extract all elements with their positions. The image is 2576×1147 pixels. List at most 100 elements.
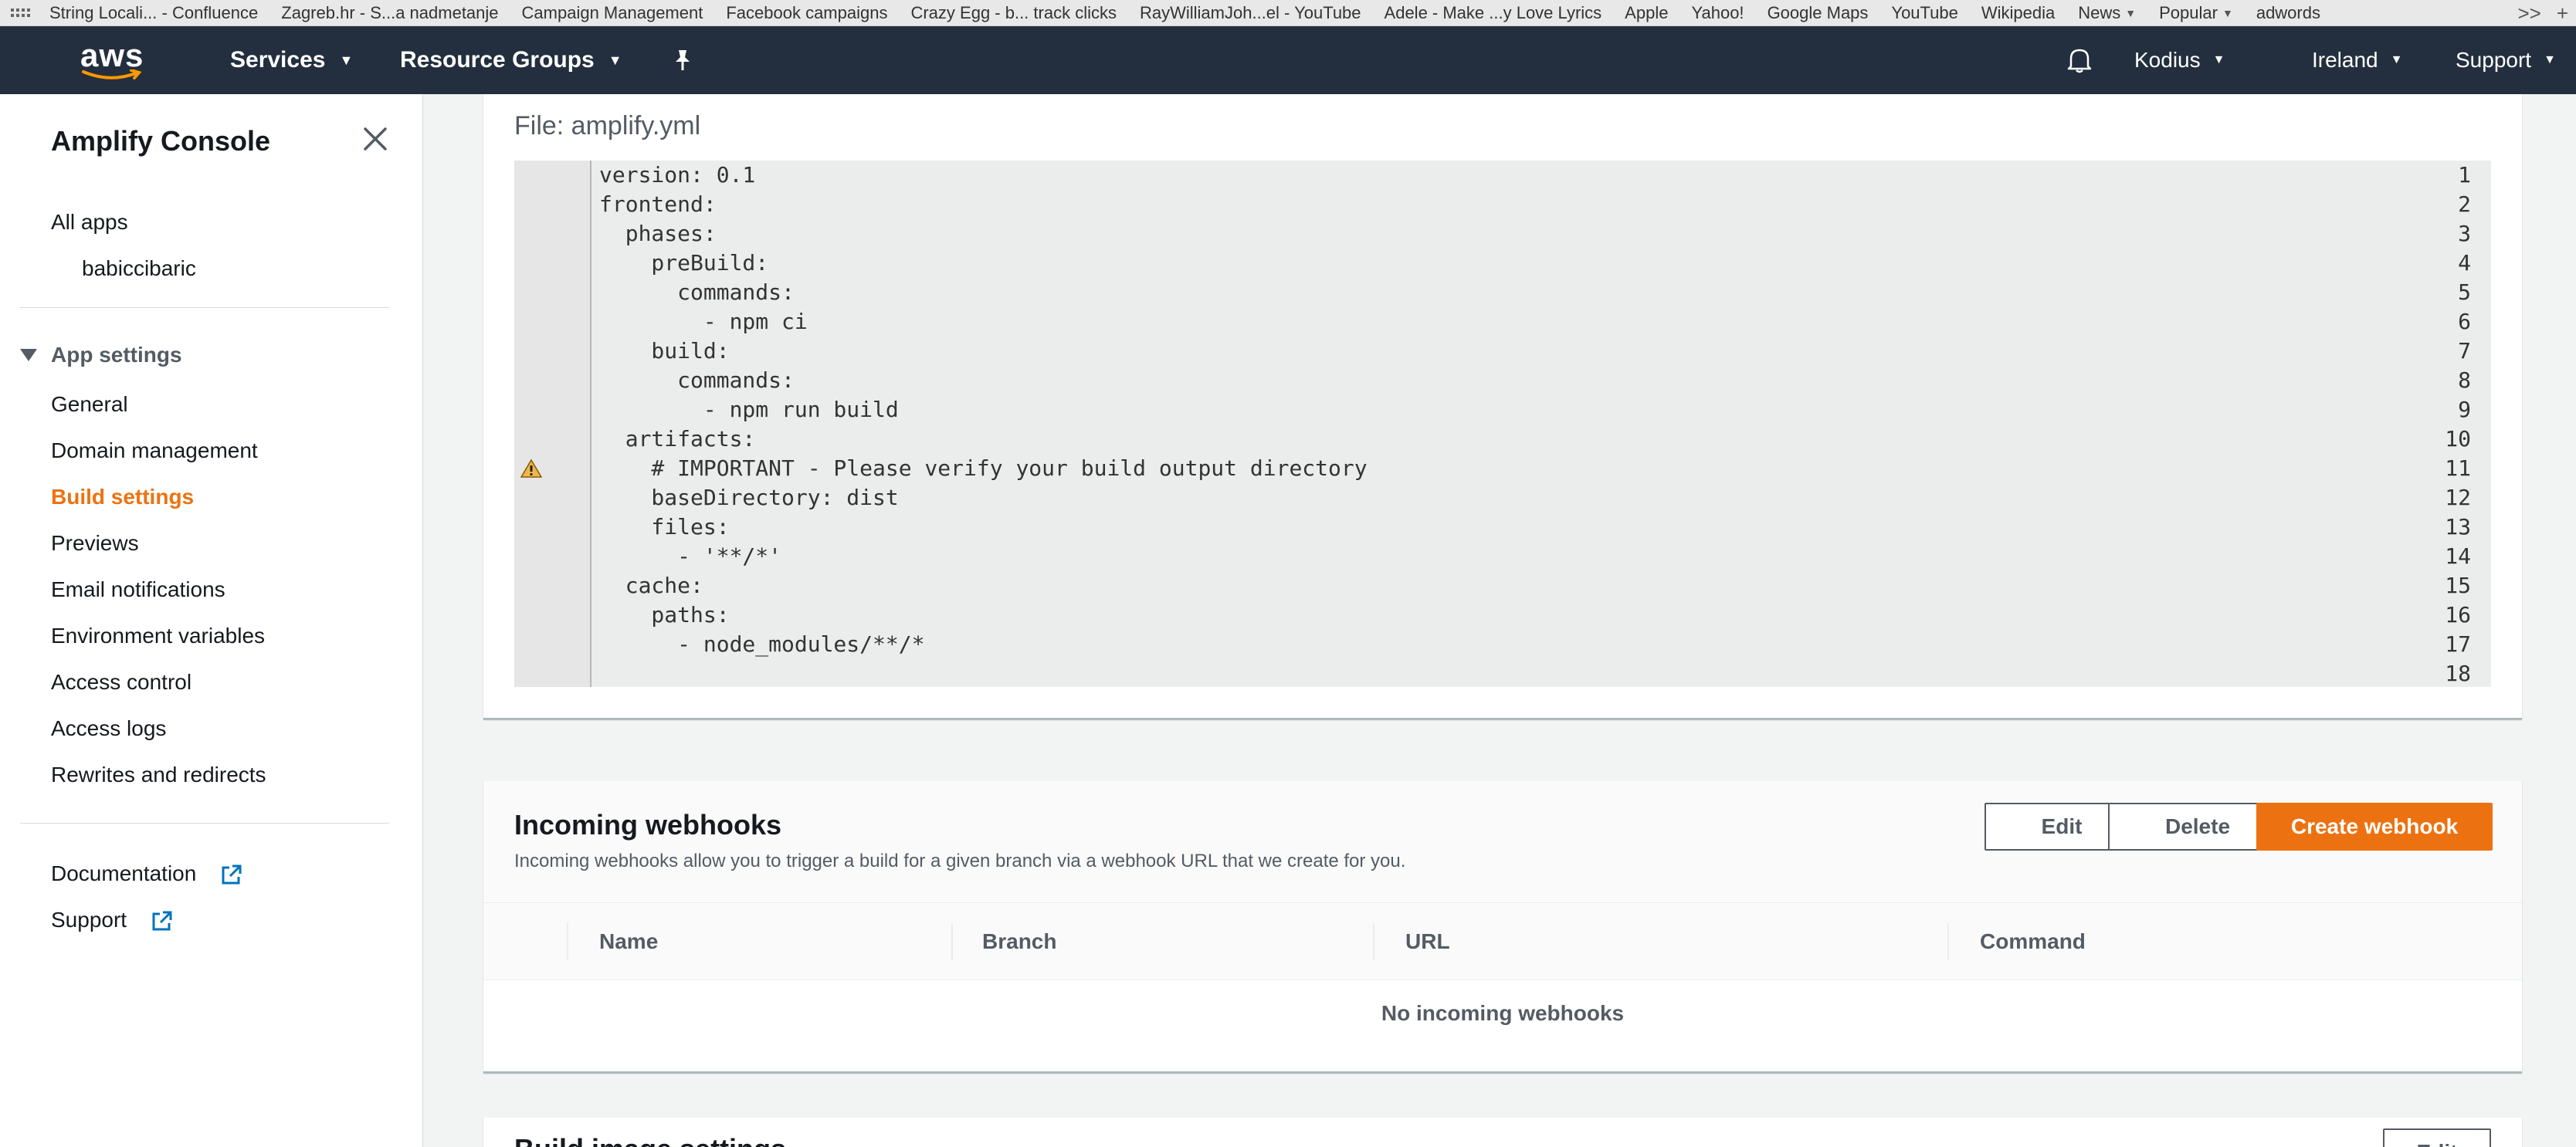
column-header-url[interactable]: URL [1405,903,1450,980]
support-menu[interactable]: Support ▼ [2456,26,2556,94]
bookmark-folder-label: Popular [2159,2,2218,22]
line-number: 10 [2445,426,2471,452]
sidebar-divider [20,823,389,824]
support-label: Support [2456,48,2532,72]
code-line[interactable]: artifacts: [599,425,756,454]
code-line[interactable]: # IMPORTANT - Please verify your build o… [599,454,1367,483]
aws-logo[interactable]: aws [80,37,145,83]
sidebar-title: Amplify Console [51,125,271,157]
support-label: Support [51,908,127,932]
code-line[interactable]: cache: [599,571,703,601]
overflow-chevron-icon[interactable]: >> [2510,2,2548,25]
bookmark-item[interactable]: RayWilliamJoh...el - YouTube [1140,3,1361,23]
apps-grid-icon[interactable] [11,4,36,22]
pushpin-icon [676,50,690,70]
chevron-down-icon: ▼ [2222,6,2233,19]
bookmark-item[interactable]: Facebook campaigns [726,3,887,23]
sidebar-item-previews[interactable]: Previews [51,531,139,556]
bookmark-item[interactable]: Crazy Egg - b... track clicks [910,3,1117,23]
sidebar-section-app-settings[interactable]: App settings [20,343,182,367]
sidebar-documentation-link[interactable]: Documentation [51,861,242,887]
services-menu[interactable]: Services ▼ [230,26,353,94]
code-line[interactable]: preBuild: [599,249,768,278]
line-number: 9 [2458,397,2471,422]
chevron-down-icon: ▼ [339,52,354,68]
sidebar-item-access-control[interactable]: Access control [51,670,192,695]
bookmark-item[interactable]: Adele - Make ...y Love Lyrics [1385,3,1602,23]
code-line[interactable]: baseDirectory: dist [599,483,898,513]
sidebar-support-link[interactable]: Support [51,908,173,933]
code-editor[interactable]: 1 version: 0.1 2 frontend: 3 phases: 4 preBui… [514,161,2491,687]
pin-icon[interactable] [672,26,693,94]
create-webhook-button[interactable]: Create webhook [2256,803,2493,851]
close-icon[interactable] [361,125,389,153]
code-line[interactable]: build: [599,337,729,366]
chevron-down-icon: ▼ [2125,6,2137,19]
notifications-bell-icon[interactable] [2066,26,2093,94]
webhooks-description: Incoming webhooks allow you to trigger a… [514,851,1406,871]
code-line[interactable]: - npm ci [599,307,808,337]
bookmark-folder-news[interactable]: News ▼ [2078,3,2136,23]
bookmark-item[interactable]: Yahoo! [1691,3,1744,23]
resource-groups-menu[interactable]: Resource Groups ▼ [400,26,622,94]
bookmark-item[interactable]: Wikipedia [1981,3,2055,23]
incoming-webhooks-card: Incoming webhooks Incoming webhooks allo… [483,781,2522,1073]
bookmark-item[interactable]: Campaign Management [522,3,703,23]
bookmark-item[interactable]: adwords [2256,3,2320,23]
column-separator [1373,923,1374,960]
line-number: 8 [2458,367,2471,393]
sidebar-item-environment-variables[interactable]: Environment variables [51,624,265,648]
warning-icon[interactable] [520,458,542,479]
webhooks-header: Incoming webhooks Incoming webhooks allo… [483,781,2522,903]
column-separator [567,923,568,960]
line-number: 12 [2445,485,2471,510]
code-line[interactable]: paths: [599,601,729,630]
code-line[interactable]: files: [599,513,729,542]
sidebar-item-build-settings[interactable]: Build settings [51,485,194,509]
code-line[interactable]: - '**/*' [599,542,781,571]
code-line[interactable]: version: 0.1 [599,161,755,190]
bookmark-item[interactable]: YouTube [1891,3,1957,23]
line-number: 16 [2445,602,2471,628]
bookmark-item[interactable]: Zagreb.hr - S...a nadmetanje [281,3,498,23]
code-line[interactable]: frontend: [599,190,717,219]
account-menu[interactable]: Kodius ▼ [2134,26,2225,94]
sidebar-item-general[interactable]: General [51,392,128,417]
line-number: 4 [2458,250,2471,276]
line-number: 17 [2445,631,2471,657]
bookmark-item[interactable]: Google Maps [1768,3,1869,23]
sidebar-item-rewrites-redirects[interactable]: Rewrites and redirects [51,763,266,787]
account-name: Kodius [2134,48,2201,72]
column-header-name[interactable]: Name [599,903,658,980]
build-spec-card: File: amplify.yml 1 version: 0.1 2 frontend… [483,94,2522,719]
bookmark-folder-popular[interactable]: Popular ▼ [2159,3,2233,23]
line-number: 6 [2458,309,2471,334]
sidebar-all-apps[interactable]: All apps [51,210,128,235]
sidebar-item-access-logs[interactable]: Access logs [51,716,166,741]
column-header-command[interactable]: Command [1980,903,2086,980]
sidebar-item-domain-management[interactable]: Domain management [51,438,258,463]
bookmarks-bar: String Locali... - Confluence Zagreb.hr … [0,0,2576,26]
add-bookmark-icon[interactable]: + [2549,2,2576,25]
line-number: 2 [2458,191,2471,217]
code-line[interactable]: commands: [599,366,795,395]
bookmarks-overflow: >> + [2510,0,2576,25]
chevron-down-icon: ▼ [608,52,622,68]
aws-logo-text: aws [80,37,144,73]
column-header-branch[interactable]: Branch [982,903,1056,980]
code-line[interactable]: - npm run build [599,395,899,425]
code-line[interactable]: commands: [599,278,795,307]
edit-button[interactable]: Edit [2383,1128,2491,1147]
bookmark-item[interactable]: Apple [1625,3,1668,23]
sidebar-app-link[interactable]: babiccibaric [82,256,196,281]
chevron-down-icon: ▼ [2212,53,2225,66]
code-line[interactable]: - node_modules/**/* [599,630,924,659]
code-line[interactable]: phases: [599,219,717,249]
bookmark-item[interactable]: String Locali... - Confluence [49,3,258,23]
external-link-icon [152,911,172,931]
sidebar-item-email-notifications[interactable]: Email notifications [51,577,225,602]
region-menu[interactable]: Ireland ▼ [2312,26,2402,94]
webhooks-table-header: Name Branch URL Command [483,903,2522,980]
column-separator [951,923,953,960]
empty-state: No incoming webhooks [1381,1001,1625,1025]
